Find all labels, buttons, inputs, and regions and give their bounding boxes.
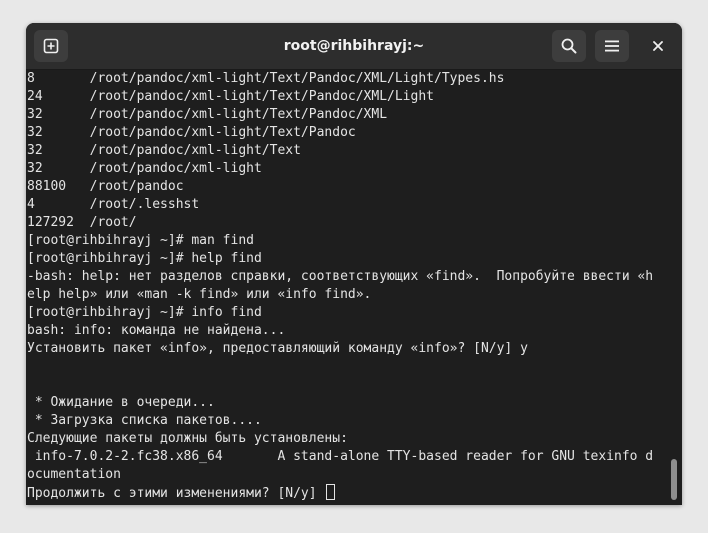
terminal-line: info-7.0.2-2.fc38.x86_64 A stand-alone T…	[27, 449, 654, 464]
terminal-line: 4 /root/.lesshst	[27, 197, 200, 212]
terminal-line: [root@rihbihrayj ~]# man find	[27, 233, 254, 248]
terminal-line: elp help» или «man -k find» или «info fi…	[27, 287, 372, 302]
close-icon	[653, 41, 663, 51]
terminal-line: 32 /root/pandoc/xml-light/Text/Pandoc	[27, 125, 356, 140]
terminal-line: 24 /root/pandoc/xml-light/Text/Pandoc/XM…	[27, 89, 434, 104]
terminal-output[interactable]: 8 /root/pandoc/xml-light/Text/Pandoc/XML…	[26, 70, 670, 505]
header-bar: root@rihbihrayj:~	[26, 23, 682, 70]
terminal-line: Следующие пакеты должны быть установлены…	[27, 431, 348, 446]
terminal-line: * Загрузка списка пакетов....	[27, 413, 262, 428]
terminal-line: * Ожидание в очереди...	[27, 395, 215, 410]
terminal-line: ocumentation	[27, 467, 121, 482]
terminal-cursor	[326, 484, 336, 500]
hamburger-menu-icon	[605, 40, 619, 52]
new-tab-button[interactable]	[34, 30, 68, 62]
prompt-line[interactable]: Продолжить с этими изменениями? [N/y]	[27, 484, 670, 502]
terminal-window: root@rihbihrayj:~ 8 /root/pandoc/xml-lig…	[26, 23, 682, 505]
new-tab-icon	[43, 38, 59, 54]
search-icon	[561, 38, 577, 54]
terminal-line: Установить пакет «info», предоставляющий…	[27, 341, 528, 356]
terminal-line: bash: info: команда не найдена...	[27, 323, 286, 338]
window-title: root@rihbihrayj:~	[283, 38, 425, 54]
terminal-line: -bash: help: нет разделов справки, соотв…	[27, 269, 654, 284]
terminal-line: 32 /root/pandoc/xml-light/Text	[27, 143, 301, 158]
scrollbar[interactable]	[671, 459, 677, 500]
terminal-line: [root@rihbihrayj ~]# help find	[27, 251, 262, 266]
terminal-line: 32 /root/pandoc/xml-light/Text/Pandoc/XM…	[27, 107, 388, 122]
menu-button[interactable]	[595, 30, 629, 62]
terminal-line: [root@rihbihrayj ~]# info find	[27, 305, 262, 320]
terminal-line: 127292 /root/	[27, 215, 137, 230]
search-button[interactable]	[552, 30, 586, 62]
close-button[interactable]	[646, 36, 670, 56]
terminal-line: 32 /root/pandoc/xml-light	[27, 161, 262, 176]
terminal-line: 8 /root/pandoc/xml-light/Text/Pandoc/XML…	[27, 71, 505, 86]
terminal-line: 88100 /root/pandoc	[27, 179, 184, 194]
prompt-text: Продолжить с этими изменениями? [N/y]	[27, 486, 325, 501]
